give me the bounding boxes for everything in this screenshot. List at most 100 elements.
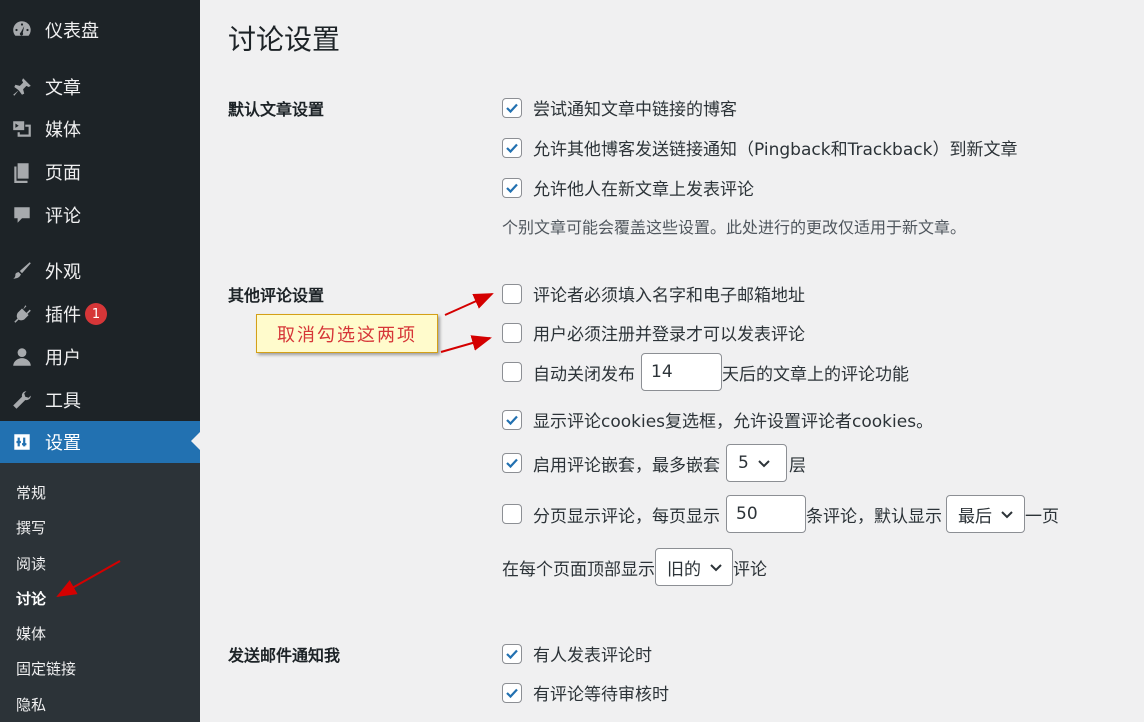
user-icon — [10, 345, 34, 369]
submenu-item-reading[interactable]: 阅读 — [16, 553, 46, 574]
sidebar-item-label: 设置 — [45, 433, 81, 454]
cookies-opt-in-checkbox[interactable] — [502, 409, 522, 430]
checkmark-icon — [506, 183, 518, 193]
option-label: 显示评论cookies复选框，允许设置评论者cookies。 — [533, 412, 934, 432]
option-label: 自动关闭发布 — [533, 364, 635, 385]
require-name-email-checkbox[interactable] — [502, 283, 522, 304]
sidebar-item-comments[interactable]: 评论 — [0, 195, 200, 235]
default-page-select[interactable]: 最后 — [946, 495, 1025, 533]
sidebar-item-label: 外观 — [45, 262, 81, 283]
sidebar-item-label: 用户 — [45, 348, 81, 369]
sidebar-item-label: 仪表盘 — [45, 21, 99, 42]
admin-sidebar: 仪表盘 文章 媒体 页面 评论 外观 插件 1 用户 工具 设置 常规 撰写 阅… — [0, 0, 200, 722]
dashboard-icon — [10, 18, 34, 42]
default-article-description: 个别文章可能会覆盖这些设置。此处进行的更改仅适用于新文章。 — [502, 218, 967, 237]
chevron-down-icon — [758, 460, 770, 468]
email-on-moderation-option[interactable]: 有评论等待审核时 — [502, 680, 669, 705]
settings-submenu: 常规 撰写 阅读 讨论 媒体 固定链接 隐私 — [0, 463, 200, 722]
submenu-item-general[interactable]: 常规 — [16, 482, 46, 503]
wrench-icon — [10, 388, 34, 412]
submenu-item-media[interactable]: 媒体 — [16, 623, 46, 644]
settings-icon — [10, 430, 34, 454]
checkmark-icon — [506, 415, 518, 425]
require-registration-checkbox[interactable] — [502, 322, 522, 343]
checkmark-icon — [506, 688, 518, 698]
checkmark-icon — [506, 458, 518, 469]
thread-depth-value: 5 — [738, 453, 749, 473]
email-me-label: 发送邮件通知我 — [228, 646, 341, 665]
order-label: 在每个页面顶部显示 — [502, 559, 655, 580]
submenu-item-writing[interactable]: 撰写 — [16, 517, 46, 538]
sidebar-item-label: 工具 — [45, 391, 81, 412]
close-days-input[interactable]: 14 — [641, 353, 722, 391]
annotation-callout: 取消勾选这两项 — [256, 314, 438, 353]
paged-comments-option[interactable]: 分页显示评论，每页显示 50 条评论，默认显示 最后 一页 — [502, 495, 1059, 533]
sidebar-item-label: 媒体 — [45, 120, 81, 141]
pin-icon — [10, 75, 34, 99]
option-label: 分页显示评论，每页显示 — [533, 506, 720, 527]
sidebar-item-label: 评论 — [45, 206, 81, 227]
sidebar-item-label: 页面 — [45, 163, 81, 184]
comment-order-select[interactable]: 旧的 — [655, 548, 733, 586]
checkmark-icon — [506, 649, 518, 659]
comments-per-page-input[interactable]: 50 — [726, 495, 806, 533]
submenu-item-permalinks[interactable]: 固定链接 — [16, 658, 76, 679]
require-registration-option[interactable]: 用户必须注册并登录才可以发表评论 — [502, 320, 805, 345]
sidebar-item-pages[interactable]: 页面 — [0, 152, 200, 192]
media-icon — [10, 117, 34, 141]
checkmark-icon — [506, 103, 518, 113]
brush-icon — [10, 259, 34, 283]
comment-order-value: 旧的 — [667, 559, 701, 580]
allow-pingbacks-checkbox[interactable] — [502, 137, 522, 158]
other-comment-settings-label: 其他评论设置 — [228, 286, 325, 305]
option-label: 允许他人在新文章上发表评论 — [533, 180, 754, 200]
option-label-suffix: 一页 — [1025, 506, 1059, 527]
comment-order-row: 在每个页面顶部显示 旧的 评论 — [502, 548, 767, 586]
sidebar-item-settings[interactable]: 设置 — [0, 421, 200, 463]
email-on-comment-option[interactable]: 有人发表评论时 — [502, 641, 652, 666]
option-label: 允许其他博客发送链接通知（Pingback和Trackback）到新文章 — [533, 140, 1018, 160]
checkmark-icon — [506, 143, 518, 153]
page-title: 讨论设置 — [228, 23, 341, 56]
sidebar-item-users[interactable]: 用户 — [0, 337, 200, 377]
sidebar-item-dashboard[interactable]: 仪表盘 — [0, 10, 200, 50]
paged-comments-checkbox[interactable] — [502, 504, 522, 524]
sidebar-item-posts[interactable]: 文章 — [0, 67, 200, 107]
allow-comments-checkbox[interactable] — [502, 177, 522, 198]
option-label: 启用评论嵌套，最多嵌套 — [533, 455, 720, 476]
threaded-comments-option[interactable]: 启用评论嵌套，最多嵌套 5 层 — [502, 444, 806, 482]
submenu-item-privacy[interactable]: 隐私 — [16, 694, 46, 715]
email-on-comment-checkbox[interactable] — [502, 643, 522, 664]
require-name-email-option[interactable]: 评论者必须填入名字和电子邮箱地址 — [502, 281, 805, 306]
order-label-suffix: 评论 — [733, 559, 767, 580]
option-label: 有人发表评论时 — [533, 646, 652, 666]
sidebar-item-tools[interactable]: 工具 — [0, 380, 200, 420]
option-label-suffix: 天后的文章上的评论功能 — [722, 364, 909, 385]
sidebar-item-media[interactable]: 媒体 — [0, 109, 200, 149]
default-article-settings-label: 默认文章设置 — [228, 100, 325, 119]
email-on-moderation-checkbox[interactable] — [502, 682, 522, 703]
option-label: 尝试通知文章中链接的博客 — [533, 100, 737, 120]
sidebar-item-label: 文章 — [45, 78, 81, 99]
notify-linked-blogs-checkbox[interactable] — [502, 97, 522, 118]
allow-pingbacks-option[interactable]: 允许其他博客发送链接通知（Pingback和Trackback）到新文章 — [502, 135, 1017, 160]
sidebar-item-label: 插件 — [45, 305, 81, 326]
sidebar-item-plugins[interactable]: 插件 1 — [0, 294, 200, 334]
thread-depth-select[interactable]: 5 — [726, 444, 787, 482]
annotation-arrow-2 — [440, 335, 492, 353]
cookies-opt-in-option[interactable]: 显示评论cookies复选框，允许设置评论者cookies。 — [502, 407, 933, 432]
submenu-item-discussion[interactable]: 讨论 — [16, 588, 46, 609]
notify-linked-blogs-option[interactable]: 尝试通知文章中链接的博客 — [502, 95, 737, 120]
chevron-down-icon — [710, 564, 722, 572]
auto-close-option[interactable]: 自动关闭发布 14 天后的文章上的评论功能 — [502, 353, 909, 391]
option-label-middle: 条评论，默认显示 — [806, 506, 942, 527]
option-label: 有评论等待审核时 — [533, 685, 669, 705]
sidebar-item-appearance[interactable]: 外观 — [0, 251, 200, 291]
auto-close-checkbox[interactable] — [502, 362, 522, 382]
threaded-comments-checkbox[interactable] — [502, 453, 522, 473]
annotation-arrow-1 — [444, 293, 494, 316]
pages-icon — [10, 160, 34, 184]
allow-comments-option[interactable]: 允许他人在新文章上发表评论 — [502, 175, 754, 200]
option-label: 用户必须注册并登录才可以发表评论 — [533, 325, 805, 345]
option-label: 评论者必须填入名字和电子邮箱地址 — [533, 286, 805, 306]
